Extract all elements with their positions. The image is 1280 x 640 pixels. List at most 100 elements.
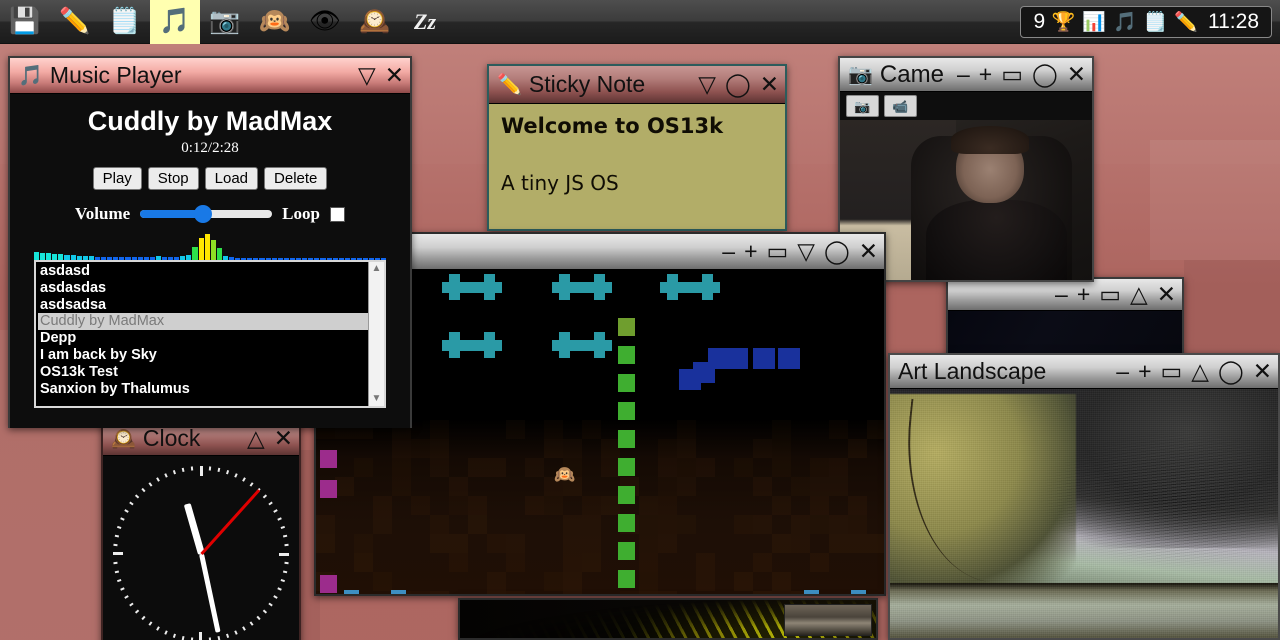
terrain-tile: [449, 496, 468, 515]
window-controls-music-player[interactable]: ▽ ✕: [350, 64, 404, 87]
window-controls-background-app[interactable]: – + ▭ △ ✕: [1047, 283, 1176, 306]
playlist-item[interactable]: Sanxion by Thalumus: [38, 381, 368, 398]
collapse-icon[interactable]: △: [247, 427, 265, 450]
close-icon[interactable]: ✕: [760, 73, 779, 96]
window-controls-sticky-note[interactable]: ▽ ◯ ✕: [690, 73, 779, 96]
close-icon[interactable]: ✕: [1157, 283, 1176, 306]
terrain-tile: [449, 534, 468, 553]
window-controls-art-landscape[interactable]: – + ▭ △ ◯ ✕: [1108, 360, 1272, 383]
titlebar-music-player[interactable]: 🎵 Music Player ▽ ✕: [10, 58, 410, 94]
playlist-item[interactable]: OS13k Test: [38, 364, 368, 381]
sticky-note-body[interactable]: Welcome to OS13k A tiny JS OS: [489, 104, 785, 229]
taskbar-sleep-icon[interactable]: Zz: [400, 0, 450, 44]
close-icon[interactable]: ✕: [385, 64, 404, 87]
chart-icon[interactable]: 📊: [1082, 13, 1106, 32]
titlebar-background-app[interactable]: – + ▭ △ ✕: [948, 279, 1182, 311]
terrain-tile: [753, 591, 772, 594]
minimize-icon[interactable]: ▽: [698, 73, 716, 96]
close-icon[interactable]: ✕: [859, 240, 878, 263]
close-icon[interactable]: ✕: [1067, 63, 1086, 86]
terrain-tile: [316, 515, 335, 534]
window-sticky-note[interactable]: ✏️ Sticky Note ▽ ◯ ✕ Welcome to OS13k A …: [487, 64, 787, 231]
window-controls-fall-game[interactable]: – + ▭ ▽ ◯ ✕: [714, 240, 878, 263]
maximize-icon[interactable]: +: [1077, 283, 1090, 306]
taskbar-pencil-notes-icon[interactable]: ✏️: [50, 0, 100, 44]
window-controls-clock[interactable]: △ ✕: [239, 427, 293, 450]
pencil-icon[interactable]: ✏️: [1174, 13, 1198, 32]
minimize-icon[interactable]: –: [1055, 283, 1068, 306]
terrain-tile: [639, 591, 658, 594]
playlist-item[interactable]: I am back by Sky: [38, 347, 368, 364]
terrain-tile: [487, 534, 506, 553]
take-photo-button[interactable]: 📷: [846, 95, 879, 117]
terrain-tile: [468, 458, 487, 477]
maximize-icon[interactable]: +: [1138, 360, 1151, 383]
playlist-item[interactable]: asdasdas: [38, 280, 368, 297]
close-icon[interactable]: ✕: [1253, 360, 1272, 383]
minimize-icon[interactable]: –: [1116, 360, 1129, 383]
maximize-icon[interactable]: +: [979, 63, 992, 86]
terrain-tile: [639, 515, 658, 534]
playlist-item[interactable]: Depp: [38, 330, 368, 347]
minimize-icon[interactable]: –: [957, 63, 970, 86]
terrain-tile: [411, 439, 430, 458]
record-video-button[interactable]: 📹: [884, 95, 917, 117]
window-clock[interactable]: 🕰️ Clock △ ✕: [101, 420, 301, 640]
terrain-tile: [810, 496, 829, 515]
volume-slider-knob[interactable]: [194, 205, 213, 223]
collapse-icon[interactable]: ▽: [797, 240, 815, 263]
close-icon[interactable]: ✕: [274, 427, 293, 450]
circle-icon[interactable]: ◯: [824, 240, 850, 263]
taskbar-floppy-save-icon[interactable]: 💾: [0, 0, 50, 44]
sticky-note-line-1: Welcome to OS13k: [501, 114, 724, 138]
playlist-scrollbar[interactable]: ▲ ▼: [368, 262, 384, 406]
taskbar-clock-icon[interactable]: 🕰️: [350, 0, 400, 44]
visualizer-bar: [363, 258, 369, 260]
scroll-down-icon[interactable]: ▼: [372, 392, 382, 406]
terrain-tile: [848, 515, 867, 534]
collapse-icon[interactable]: △: [1130, 283, 1148, 306]
visualizer-bar: [296, 258, 302, 260]
restore-icon[interactable]: ▭: [1001, 63, 1023, 86]
taskbar-music-player-icon[interactable]: 🎵: [150, 0, 200, 44]
taskbar-notepad-icon[interactable]: 🗒️: [100, 0, 150, 44]
window-generative-art[interactable]: [458, 598, 878, 640]
volume-slider[interactable]: [140, 205, 273, 223]
window-art-landscape[interactable]: Art Landscape – + ▭ △ ◯ ✕: [888, 353, 1280, 640]
titlebar-camera[interactable]: 📷 Came – + ▭ ◯ ✕: [840, 58, 1092, 92]
taskbar-monkey-game-icon[interactable]: 🙉: [250, 0, 300, 44]
taskbar-eye-viewer-icon[interactable]: 👁: [300, 0, 350, 44]
delete-button[interactable]: Delete: [264, 167, 328, 190]
maximize-icon[interactable]: +: [744, 240, 757, 263]
notepad-icon[interactable]: 🗒️: [1144, 13, 1168, 32]
play-button[interactable]: Play: [92, 167, 142, 190]
collapse-icon[interactable]: △: [1191, 360, 1209, 383]
circle-icon[interactable]: ◯: [1032, 63, 1058, 86]
playlist-item[interactable]: asdsadsa: [38, 297, 368, 314]
now-playing-title: Cuddly by MadMax: [87, 106, 333, 136]
restore-icon[interactable]: ▭: [1099, 283, 1121, 306]
terrain-tile: [373, 572, 392, 591]
minimize-icon[interactable]: ▽: [358, 64, 376, 87]
music-note-icon[interactable]: 🎵: [1113, 13, 1137, 32]
circle-icon[interactable]: ◯: [1218, 360, 1244, 383]
terrain-tile: [772, 420, 791, 439]
playlist-item[interactable]: asdasd: [38, 263, 368, 280]
window-music-player[interactable]: 🎵 Music Player ▽ ✕ Cuddly by MadMax 0:12…: [8, 56, 412, 428]
loop-checkbox[interactable]: [329, 206, 345, 222]
restore-icon[interactable]: ▭: [1161, 360, 1183, 383]
load-button[interactable]: Load: [204, 167, 259, 190]
playlist-item[interactable]: Cuddly by MadMax: [38, 313, 368, 331]
restore-icon[interactable]: ◯: [725, 73, 751, 96]
window-controls-camera[interactable]: – + ▭ ◯ ✕: [949, 63, 1086, 86]
titlebar-sticky-note[interactable]: ✏️ Sticky Note ▽ ◯ ✕: [489, 66, 785, 104]
minimize-icon[interactable]: –: [722, 240, 735, 263]
playlist[interactable]: asdasd asdasdas asdsadsa Cuddly by MadMax De…: [34, 260, 386, 408]
terrain-tile: [867, 420, 884, 439]
taskbar-camera-icon[interactable]: 📷: [200, 0, 250, 44]
titlebar-art-landscape[interactable]: Art Landscape – + ▭ △ ◯ ✕: [890, 355, 1278, 389]
scroll-up-icon[interactable]: ▲: [372, 262, 382, 276]
restore-icon[interactable]: ▭: [767, 240, 789, 263]
stop-button[interactable]: Stop: [147, 167, 199, 190]
visualizer-bar: [101, 257, 107, 260]
